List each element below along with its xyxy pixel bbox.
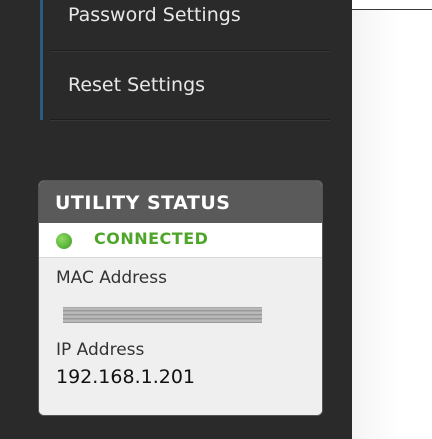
settings-nav: Password Settings Reset Settings bbox=[40, 0, 330, 121]
mac-address-label: MAC Address bbox=[56, 268, 167, 288]
utility-status-panel: UTILITY STATUS CONNECTED MAC Address IP … bbox=[38, 180, 323, 416]
nav-divider bbox=[50, 50, 330, 52]
app-screen: Password Settings Reset Settings UTILITY… bbox=[0, 0, 432, 439]
nav-divider bbox=[50, 119, 330, 121]
nav-accent-bar bbox=[40, 0, 43, 120]
main-content-pane bbox=[352, 10, 432, 439]
connection-status-row: CONNECTED bbox=[39, 223, 322, 258]
connection-status-text: CONNECTED bbox=[94, 229, 209, 248]
sidebar: Password Settings Reset Settings UTILITY… bbox=[0, 0, 352, 439]
sidebar-item-password-settings[interactable]: Password Settings bbox=[68, 4, 241, 26]
device-info-section: MAC Address IP Address 192.168.1.201 bbox=[39, 258, 322, 415]
ip-address-label: IP Address bbox=[56, 340, 145, 360]
sidebar-item-reset-settings[interactable]: Reset Settings bbox=[68, 74, 205, 96]
status-dot-icon bbox=[56, 233, 72, 249]
ip-address-value: 192.168.1.201 bbox=[56, 366, 196, 388]
utility-status-title: UTILITY STATUS bbox=[39, 181, 322, 223]
mac-address-redacted bbox=[63, 307, 262, 323]
